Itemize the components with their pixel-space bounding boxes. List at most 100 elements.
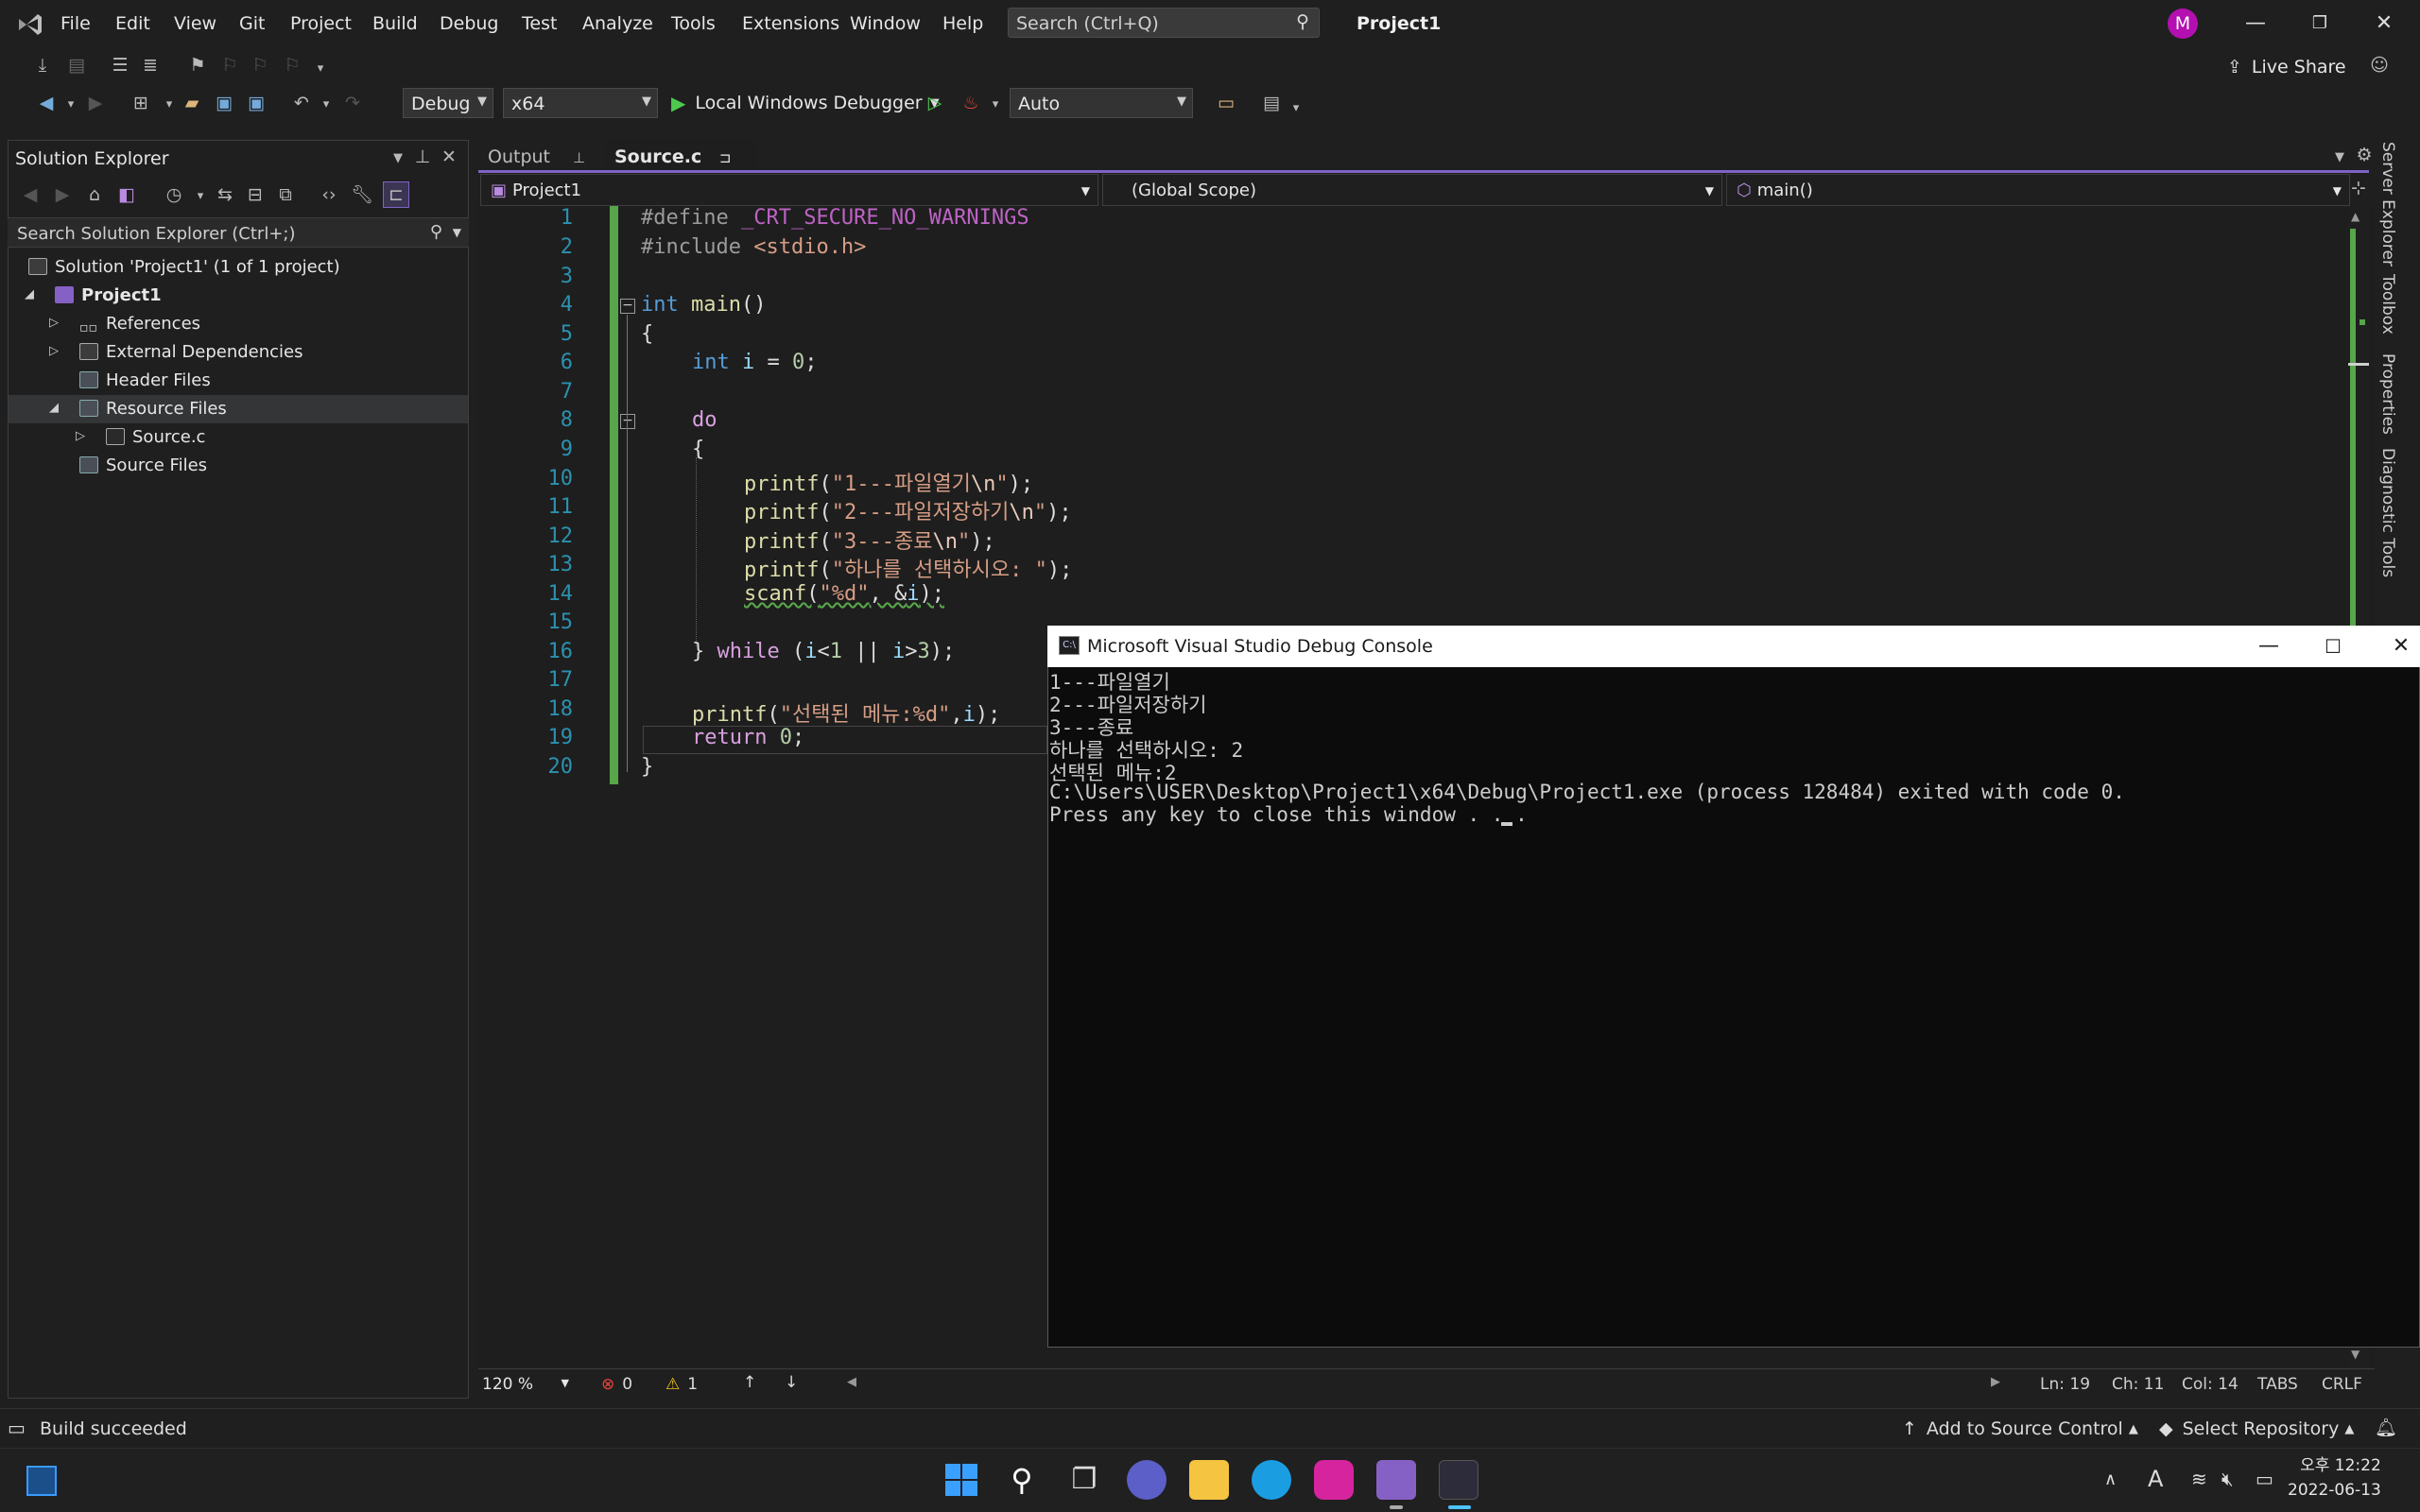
menu-tools[interactable]: Tools <box>671 13 716 34</box>
toolbar-overflow-icon[interactable]: ▾ <box>310 59 331 79</box>
add-to-source-control-button[interactable]: ↑ Add to Source Control ▲ <box>1902 1418 2138 1439</box>
terminal-taskbar-icon[interactable] <box>1439 1460 1478 1500</box>
close-panel-icon[interactable]: ✕ <box>439 146 459 167</box>
home-icon[interactable]: ⌂ <box>84 184 105 205</box>
arrow-up-icon[interactable]: ↑ <box>743 1373 756 1392</box>
save-all-icon[interactable]: ▣ <box>246 93 267 113</box>
open-folder-icon[interactable]: ▰ <box>182 93 202 113</box>
close-icon[interactable]: ✕ <box>2365 8 2403 40</box>
menu-analyze[interactable]: Analyze <box>582 13 653 34</box>
tree-external-dependencies[interactable]: External Dependencies <box>79 338 303 367</box>
errors-indicator[interactable]: ⊗ 0 <box>601 1375 632 1394</box>
bookmark-icon[interactable]: ⚑ <box>187 55 208 76</box>
solution-search-input[interactable]: Search Solution Explorer (Ctrl+;) ⚲ ▼ <box>8 217 469 248</box>
configuration-dropdown[interactable]: Debug ▼ <box>403 88 493 118</box>
clock[interactable]: 오후 12:22 2022-06-13 <box>2288 1453 2381 1503</box>
pending-changes-icon[interactable]: ◷ <box>164 184 184 205</box>
tree-resource-files[interactable]: Resource Files <box>79 395 227 423</box>
fold-collapse-icon[interactable]: − <box>620 299 635 314</box>
tab-diagnostic-tools[interactable]: Diagnostic Tools <box>2378 448 2397 577</box>
collapsed-triangle-icon[interactable]: ▷ <box>49 344 59 358</box>
task-view-icon[interactable]: ❐ <box>1064 1460 1104 1500</box>
collapse-all-icon[interactable]: ⊟ <box>245 184 266 205</box>
back-icon[interactable]: ◀ <box>36 93 57 113</box>
tab-server-explorer[interactable]: Server Explorer <box>2378 142 2397 266</box>
console-maximize-icon[interactable]: ☐ <box>2314 630 2352 662</box>
collapsed-triangle-icon[interactable]: ▷ <box>49 316 59 330</box>
format-icon[interactable]: ⤓ <box>32 55 53 76</box>
new-project-icon[interactable]: ⊞ <box>130 93 151 113</box>
debug-console-window[interactable] <box>1047 626 2420 1348</box>
search-input[interactable]: Search (Ctrl+Q) ⚲ <box>1008 8 1320 38</box>
collapsed-triangle-icon[interactable]: ▷ <box>76 429 85 443</box>
input-method-icon[interactable]: A <box>2148 1466 2163 1492</box>
sync-icon[interactable]: ⇆ <box>215 184 235 205</box>
back-dropdown-icon[interactable]: ▾ <box>60 94 81 115</box>
battery-icon[interactable]: ▭ <box>2256 1468 2273 1490</box>
console-minimize-icon[interactable]: — <box>2250 630 2288 662</box>
hot-reload-icon[interactable]: ♨ <box>960 93 981 113</box>
menu-debug[interactable]: Debug <box>440 13 498 34</box>
start-without-debugging-icon[interactable]: ▷ <box>925 93 945 113</box>
tab-overflow-icon[interactable]: ▼ <box>2329 147 2350 168</box>
tree-source-c[interactable]: Source.c <box>106 423 205 452</box>
live-share-button[interactable]: ⇪ Live Share <box>2227 57 2346 77</box>
tree-references[interactable]: ▫▫ References <box>79 310 200 338</box>
scroll-right-icon[interactable]: ▶ <box>1991 1375 2000 1389</box>
console-close-icon[interactable]: ✕ <box>2382 630 2420 662</box>
pin-icon[interactable]: ⊥ <box>573 149 585 166</box>
volume-muted-icon[interactable]: 🔇︎ <box>2221 1468 2234 1490</box>
show-all-files-icon[interactable]: ⧉ <box>275 184 296 205</box>
tree-solution[interactable]: Solution 'Project1' (1 of 1 project) <box>28 253 340 282</box>
restore-icon[interactable]: ❐ <box>2301 8 2339 40</box>
undo-icon[interactable]: ↶ <box>291 93 312 113</box>
instagram-icon[interactable] <box>1314 1460 1354 1500</box>
start-debugging-button[interactable]: ▶ Local Windows Debugger ▼ <box>671 91 940 115</box>
panel-menu-icon[interactable]: ▼ <box>388 148 408 169</box>
undo-dropdown-icon[interactable]: ▾ <box>316 94 337 115</box>
scroll-up-icon[interactable]: ▲ <box>2351 210 2360 223</box>
widgets-icon[interactable] <box>26 1466 57 1496</box>
settings-gear-icon[interactable]: ⚙ <box>2354 145 2375 165</box>
split-editor-icon[interactable]: ⊹ <box>2348 178 2369 198</box>
layout-icon[interactable]: ▤ <box>1261 93 1282 113</box>
tab-toolbox[interactable]: Toolbox <box>2378 274 2397 335</box>
code-view-icon[interactable]: ‹› <box>319 184 339 205</box>
filter-dropdown-icon[interactable]: ▾ <box>190 186 211 207</box>
tab-output[interactable]: Output ⊥ <box>478 140 595 174</box>
edge-icon[interactable] <box>1252 1460 1291 1500</box>
new-dropdown-icon[interactable]: ▾ <box>159 94 180 115</box>
menu-help[interactable]: Help <box>942 13 983 34</box>
visual-studio-taskbar-icon[interactable] <box>1376 1460 1416 1500</box>
char-indicator[interactable]: Ch: 11 <box>2112 1375 2164 1394</box>
member-nav-dropdown[interactable]: ⬡ main() ▼ <box>1726 174 2350 206</box>
taskbar-search-icon[interactable]: ⚲ <box>1002 1460 1042 1500</box>
switch-views-icon[interactable]: ◧ <box>116 184 137 205</box>
save-icon[interactable]: ▣ <box>214 93 234 113</box>
start-icon[interactable] <box>942 1460 981 1500</box>
uncomment-icon[interactable]: ≣ <box>140 55 161 76</box>
file-explorer-icon[interactable] <box>1189 1460 1229 1500</box>
menu-test[interactable]: Test <box>522 13 557 34</box>
tree-header-files[interactable]: Header Files <box>79 367 211 395</box>
properties-wrench-icon[interactable]: 🔧︎ <box>351 184 373 205</box>
expanded-triangle-icon[interactable]: ◢ <box>49 401 59 415</box>
eol-indicator[interactable]: CRLF <box>2322 1375 2362 1394</box>
menu-git[interactable]: Git <box>239 13 265 34</box>
wifi-icon[interactable]: ≋ <box>2191 1468 2207 1490</box>
scroll-left-icon[interactable]: ◀ <box>847 1375 856 1389</box>
menu-project[interactable]: Project <box>290 13 352 34</box>
chat-icon[interactable] <box>1127 1460 1167 1500</box>
arrow-down-icon[interactable]: ↓ <box>785 1373 798 1392</box>
menu-window[interactable]: Window <box>850 13 921 34</box>
tray-overflow-icon[interactable]: ∧ <box>2104 1469 2117 1489</box>
feedback-icon[interactable]: ☺ <box>2369 55 2390 76</box>
scroll-down-icon[interactable]: ▼ <box>2351 1348 2360 1361</box>
warnings-indicator[interactable]: ⚠ 1 <box>666 1375 698 1394</box>
pin-icon[interactable]: ⊐ <box>719 149 732 166</box>
menu-extensions[interactable]: Extensions <box>742 13 839 34</box>
comment-icon[interactable]: ☰ <box>110 55 130 76</box>
menu-file[interactable]: File <box>60 13 91 34</box>
pin-icon[interactable]: ⊥ <box>412 146 433 167</box>
menu-view[interactable]: View <box>174 13 216 34</box>
